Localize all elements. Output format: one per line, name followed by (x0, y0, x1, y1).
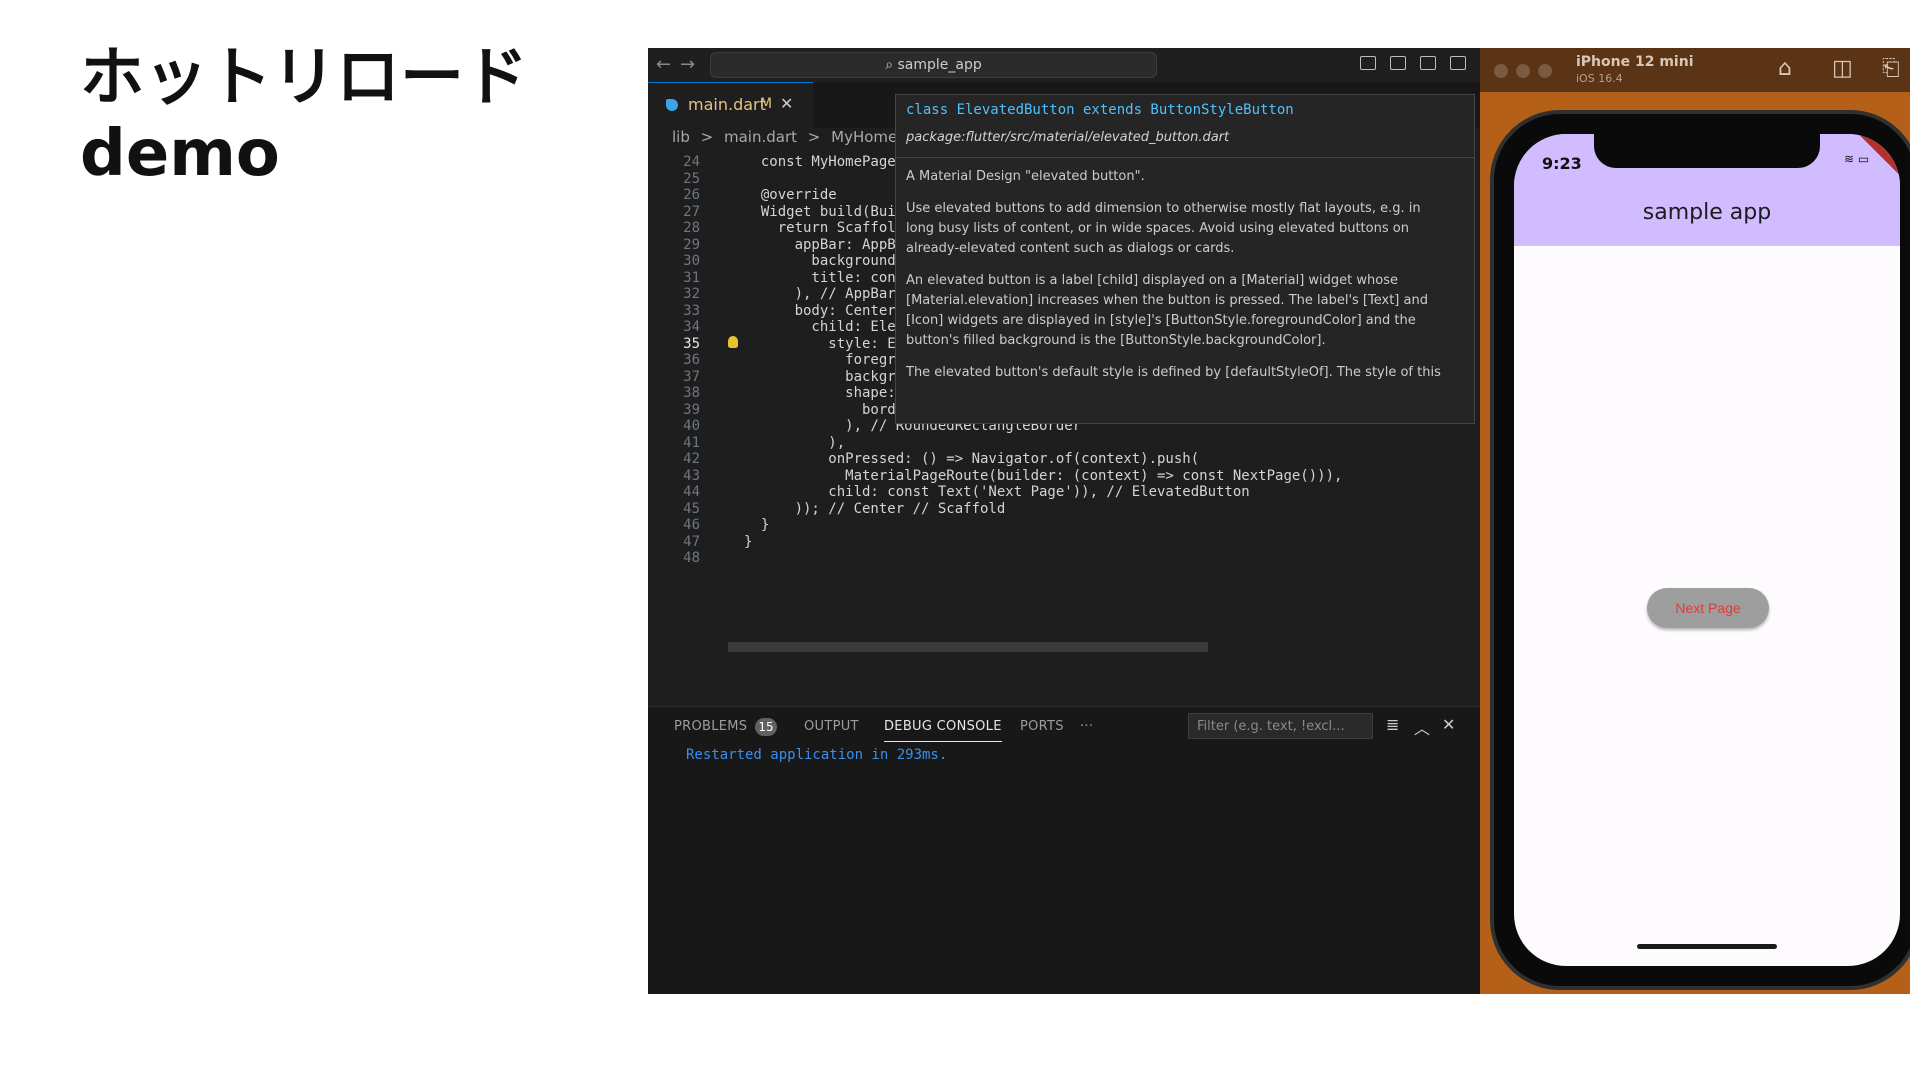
hover-paragraph: Use elevated buttons to add dimension to… (906, 201, 1421, 256)
tab-output[interactable]: OUTPUT (804, 719, 859, 734)
vscode-window: ← → ⌕ sample_app main.dart M ✕ lib > mai… (648, 48, 1480, 994)
lightbulb-icon[interactable] (728, 335, 738, 348)
forward-arrow-icon[interactable]: → (680, 54, 695, 75)
home-icon[interactable]: ⌂ (1778, 56, 1792, 81)
breadcrumb-separator: > (700, 128, 714, 146)
window-zoom-dot[interactable] (1538, 64, 1552, 78)
tab-problems[interactable]: PROBLEMS (674, 719, 747, 734)
window-close-dot[interactable] (1494, 64, 1508, 78)
slide-title: ホットリロード demo (80, 40, 528, 192)
more-tabs-icon[interactable]: ··· (1080, 719, 1093, 734)
close-tab-icon[interactable]: ✕ (780, 94, 793, 113)
back-arrow-icon[interactable]: ← (656, 54, 671, 75)
breadcrumb: lib > main.dart > MyHome (672, 128, 903, 152)
phone-frame: 9:23 ≋ ▭ sample app DEBUG Next Page (1490, 110, 1910, 990)
hover-paragraph: An elevated button is a label [child] di… (906, 273, 1428, 348)
toggle-sidebar-icon[interactable] (1360, 56, 1376, 70)
tab-filename: main.dart (688, 95, 766, 114)
modified-indicator: M (760, 96, 773, 112)
phone-screen: 9:23 ≋ ▭ sample app DEBUG Next Page (1514, 134, 1900, 966)
customize-layout-icon[interactable] (1450, 56, 1466, 70)
breadcrumb-item[interactable]: lib (672, 128, 690, 146)
breadcrumb-item[interactable]: MyHome (831, 128, 897, 146)
slide-title-line1: ホットリロード (80, 41, 528, 115)
search-icon: ⌕ (885, 57, 898, 73)
title-bar: ← → ⌕ sample_app (648, 48, 1480, 82)
toggle-secondary-sidebar-icon[interactable] (1420, 56, 1436, 70)
word-wrap-icon[interactable]: ≣ (1386, 715, 1399, 734)
debug-console-output: Restarted application in 293ms. (686, 747, 948, 763)
code-line[interactable]: 48 (648, 548, 1480, 568)
next-page-button[interactable]: Next Page (1647, 588, 1769, 628)
dart-file-icon (666, 99, 678, 111)
close-panel-icon[interactable]: ✕ (1442, 715, 1455, 734)
wifi-battery-icon: ≋ ▭ (1844, 152, 1870, 166)
hover-divider (896, 157, 1474, 158)
status-time: 9:23 (1542, 154, 1582, 173)
device-name: iPhone 12 mini (1576, 54, 1694, 70)
breadcrumb-separator: > (807, 128, 821, 146)
bottom-panel: PROBLEMS 15 OUTPUT DEBUG CONSOLE PORTS ·… (648, 706, 1480, 994)
hover-package: package:flutter/src/material/elevated_bu… (906, 130, 1230, 145)
maximize-panel-icon[interactable]: ︿ (1414, 715, 1430, 739)
simulator-title-bar: iPhone 12 mini iOS 16.4 ⌂ ◫ ⎗ (1480, 48, 1910, 92)
hover-tooltip: class ElevatedButton extends ButtonStyle… (895, 94, 1475, 424)
home-indicator[interactable] (1637, 944, 1777, 949)
tab-main-dart[interactable]: main.dart M ✕ (648, 82, 813, 129)
problems-count-badge: 15 (755, 718, 777, 736)
notch (1594, 134, 1820, 168)
breadcrumb-item[interactable]: main.dart (724, 128, 797, 146)
device-os: iOS 16.4 (1576, 72, 1623, 85)
screenshot-icon[interactable]: ◫ (1832, 56, 1853, 81)
toggle-panel-icon[interactable] (1390, 56, 1406, 70)
filter-input[interactable]: Filter (e.g. text, !excl... (1188, 713, 1373, 739)
hover-paragraph: A Material Design "elevated button". (906, 169, 1145, 184)
command-center[interactable]: ⌕ sample_app (710, 52, 1157, 78)
tab-debug-console[interactable]: DEBUG CONSOLE (884, 719, 1002, 742)
horizontal-scrollbar[interactable] (728, 642, 1208, 652)
hover-signature: class ElevatedButton extends ButtonStyle… (906, 102, 1294, 118)
window-minimize-dot[interactable] (1516, 64, 1530, 78)
ios-simulator: iPhone 12 mini iOS 16.4 ⌂ ◫ ⎗ 9:23 ≋ ▭ s… (1480, 48, 1910, 994)
slide-title-line2: demo (80, 117, 280, 191)
tab-ports[interactable]: PORTS (1020, 719, 1064, 734)
command-center-label: sample_app (897, 57, 982, 73)
rotate-icon[interactable]: ⎗ (1882, 56, 1900, 81)
app-bar-title: sample app (1642, 200, 1772, 225)
line-number: 48 (683, 550, 700, 566)
hover-paragraph: The elevated button's default style is d… (906, 365, 1441, 380)
